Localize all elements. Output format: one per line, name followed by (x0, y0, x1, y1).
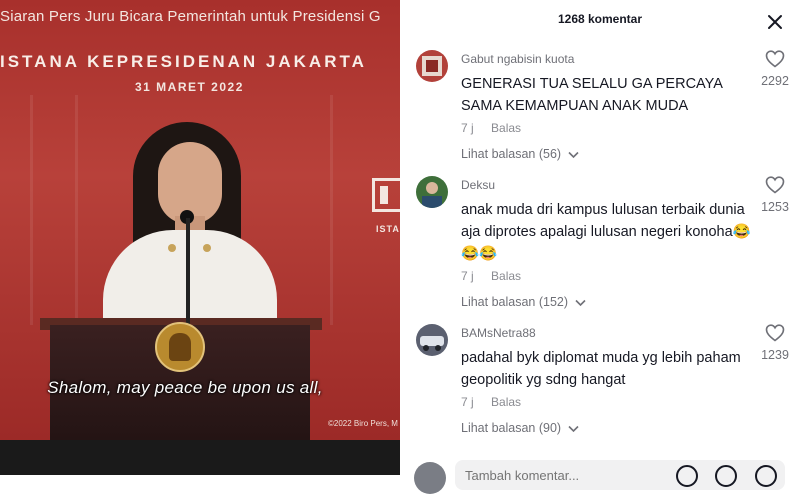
like-count: 2292 (761, 74, 789, 88)
avatar[interactable] (416, 50, 448, 82)
heart-icon (765, 50, 785, 68)
comment-count-header: 1268 komentar (557, 12, 643, 26)
view-replies-label: Lihat balasan (90) (461, 421, 562, 435)
heart-icon (765, 176, 785, 194)
gift-icon[interactable] (715, 465, 737, 487)
comment-text: GENERASI TUA SELALU GA PERCAYA SAMA KEMA… (461, 76, 723, 114)
comment-username[interactable]: Gabut ngabisin kuota (461, 52, 574, 66)
chevron-down-icon (574, 299, 586, 306)
comment-text: padahal byk diplomat muda yg lebih paham… (461, 350, 741, 388)
like-button[interactable]: 2292 (755, 50, 795, 88)
side-logo-text: ISTA (376, 224, 400, 234)
like-button[interactable]: 1253 (755, 176, 795, 214)
chevron-down-icon (567, 425, 579, 432)
comment-input-bar (400, 455, 800, 494)
avatar[interactable] (416, 176, 448, 208)
garuda-emblem-icon (155, 322, 205, 372)
video-banner-place: ISTANA KEPRESIDENAN JAKARTA (0, 52, 367, 71)
reply-button[interactable]: Balas (491, 269, 521, 283)
view-replies-label: Lihat balasan (56) (461, 147, 562, 161)
comment-meta: 7 j Balas (461, 269, 521, 283)
background-stripe (30, 95, 33, 325)
comment-username[interactable]: BAMsNetra88 (461, 326, 536, 340)
video-player[interactable]: Siaran Pers Juru Bicara Pemerintah untuk… (0, 0, 400, 475)
emoji-icon[interactable] (755, 465, 777, 487)
reply-button[interactable]: Balas (491, 395, 521, 409)
close-icon[interactable] (766, 13, 784, 31)
chevron-down-icon (567, 151, 579, 158)
comment-time: 7 j (461, 269, 474, 283)
mention-icon[interactable] (676, 465, 698, 487)
reply-button[interactable]: Balas (491, 121, 521, 135)
video-frame: Siaran Pers Juru Bicara Pemerintah untuk… (0, 0, 400, 440)
video-copyright: ©2022 Biro Pers, M (328, 419, 398, 428)
like-count: 1239 (761, 348, 789, 362)
comment-username[interactable]: Deksu (461, 178, 495, 192)
view-replies-button[interactable]: Lihat balasan (152) (461, 295, 586, 309)
video-subtitle: Shalom, may peace be upon us all, (47, 378, 323, 397)
background-stripe (330, 95, 333, 325)
view-replies-button[interactable]: Lihat balasan (90) (461, 421, 579, 435)
comment-time: 7 j (461, 121, 474, 135)
video-banner-top: Siaran Pers Juru Bicara Pemerintah untuk… (0, 8, 381, 25)
heart-icon (765, 324, 785, 342)
like-count: 1253 (761, 200, 789, 214)
comment-meta: 7 j Balas (461, 395, 521, 409)
background-stripe (75, 95, 78, 325)
my-avatar (414, 462, 446, 494)
video-banner-date: 31 MARET 2022 (135, 80, 244, 94)
avatar[interactable] (416, 324, 448, 356)
palace-logo-icon (372, 178, 400, 212)
view-replies-label: Lihat balasan (152) (461, 295, 569, 309)
like-button[interactable]: 1239 (755, 324, 795, 362)
microphone-stand (186, 218, 190, 328)
comments-panel: 1268 komentar Gabut ngabisin kuota GENER… (400, 0, 800, 494)
view-replies-button[interactable]: Lihat balasan (56) (461, 147, 579, 161)
comment-meta: 7 j Balas (461, 121, 521, 135)
comment-text: anak muda dri kampus lulusan terbaik dun… (461, 202, 751, 262)
comment-time: 7 j (461, 395, 474, 409)
video-bottom-bar (0, 440, 400, 475)
